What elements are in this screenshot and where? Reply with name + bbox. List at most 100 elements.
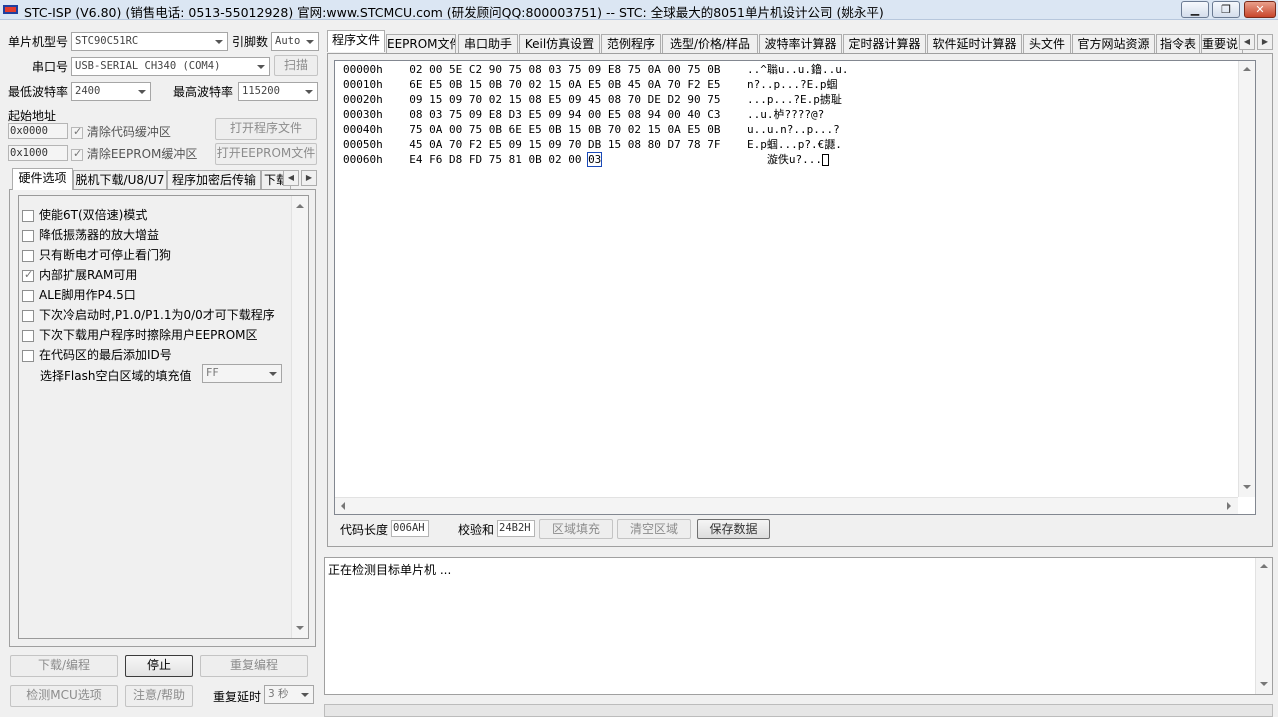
min-baud-select[interactable]: 2400 — [71, 82, 151, 101]
hex-address: 00000h — [343, 63, 383, 76]
scroll-down-icon[interactable] — [296, 626, 304, 630]
program-file-panel: 00000h 02 00 5E C2 90 75 08 03 75 09 E8 … — [327, 53, 1273, 547]
tab-scroll-right-icon[interactable]: ▶ — [1257, 34, 1273, 50]
repeat-delay-select[interactable]: 3 秒 — [264, 685, 314, 704]
code-length-value: 006AH — [391, 520, 429, 537]
max-baud-label: 最高波特率 — [173, 85, 234, 99]
hex-bytes: E4 F6 D8 FD 75 81 0B 02 00 — [409, 153, 582, 166]
checkbox-icon — [22, 249, 34, 262]
mcu-type-select[interactable]: STC90C51RC — [71, 32, 228, 51]
tab-delay-calculator[interactable]: 软件延时计算器 — [927, 34, 1022, 54]
option-erase-eeprom[interactable]: 下次下载用户程序时擦除用户EEPROM区 — [22, 326, 258, 346]
code-length-label: 代码长度 — [340, 523, 389, 537]
tab-selection-price[interactable]: 选型/价格/样品 — [662, 34, 758, 54]
checkbox-icon — [71, 125, 83, 139]
option-cold-start-p1[interactable]: 下次冷启动时,P1.0/P1.1为0/0才可下载程序 — [22, 306, 275, 326]
mcu-type-label: 单片机型号 — [8, 35, 69, 49]
fill-area-button[interactable]: 区域填充 — [539, 519, 613, 539]
scroll-up-icon[interactable] — [1260, 564, 1268, 568]
option-6t-mode[interactable]: 使能6T(双倍速)模式 — [22, 206, 147, 226]
title-bar: STC-ISP (V6.80) (销售电话: 0513-55012928) 官网… — [0, 0, 1278, 20]
stop-button[interactable]: 停止 — [125, 655, 193, 677]
option-label: 在代码区的最后添加ID号 — [39, 348, 172, 362]
log-scrollbar[interactable] — [1255, 558, 1272, 694]
tab-header-files[interactable]: 头文件 — [1023, 34, 1071, 54]
close-icon[interactable]: ✕ — [1244, 1, 1276, 18]
tab-serial-assistant[interactable]: 串口助手 — [458, 34, 518, 54]
clear-code-label: 清除代码缓冲区 — [86, 125, 171, 139]
scroll-down-icon[interactable] — [1243, 485, 1251, 489]
tab-program-file[interactable]: 程序文件 — [327, 30, 385, 52]
port-select[interactable]: USB-SERIAL CH340 (COM4) — [71, 57, 270, 76]
tab-timer-calculator[interactable]: 定时器计算器 — [843, 34, 926, 54]
tab-important-notes[interactable]: 重要说明 — [1201, 34, 1243, 54]
scroll-up-icon[interactable] — [1243, 67, 1251, 71]
clear-area-button[interactable]: 清空区域 — [617, 519, 691, 539]
tab-eeprom-file[interactable]: EEPROM文件 — [386, 34, 456, 54]
tab-offline-download[interactable]: 脱机下载/U8/U7 — [73, 170, 167, 190]
checksum-value: 24B2H — [497, 520, 535, 537]
tab-baud-calculator[interactable]: 波特率计算器 — [759, 34, 842, 54]
code-address-input[interactable]: 0x0000 — [8, 123, 68, 139]
tab-hardware-options[interactable]: 硬件选项 — [12, 168, 73, 190]
detect-mcu-button[interactable]: 检测MCU选项 — [10, 685, 118, 707]
fill-value-label: 选择Flash空白区域的填充值 — [40, 369, 192, 383]
tab-instruction-table[interactable]: 指令表 — [1156, 34, 1200, 54]
tab-scroll-right-icon[interactable]: ▶ — [301, 170, 317, 186]
hex-ascii: E.p蝈...p?.€讔. — [747, 138, 842, 151]
tab-keil-settings[interactable]: Keil仿真设置 — [519, 34, 600, 54]
tab-encrypted-transfer[interactable]: 程序加密后传输 — [167, 170, 261, 190]
hex-row: 00040h 75 0A 00 75 0B 6E E5 0B 15 0B 70 … — [343, 122, 849, 137]
max-baud-select[interactable]: 115200 — [238, 82, 318, 101]
left-tab-strip: 硬件选项 脱机下载/U8/U7 程序加密后传输 下载 ◀ ▶ — [9, 168, 318, 190]
tab-scroll-left-icon[interactable]: ◀ — [283, 170, 299, 186]
log-output[interactable]: 正在检测目标单片机 ... — [324, 557, 1273, 695]
option-reduce-gain[interactable]: 降低振荡器的放大增益 — [22, 226, 159, 246]
reprogram-button[interactable]: 重复编程 — [200, 655, 308, 677]
open-program-file-button[interactable]: 打开程序文件 — [215, 118, 317, 140]
hex-row: 00010h 6E E5 0B 15 0B 70 02 15 0A E5 0B … — [343, 77, 849, 92]
help-button[interactable]: 注意/帮助 — [125, 685, 193, 707]
option-ale-pin[interactable]: ALE脚用作P4.5口 — [22, 286, 136, 306]
hex-bytes: 09 15 09 70 02 15 08 E5 09 45 08 70 DE D… — [409, 93, 721, 106]
clear-eeprom-checkbox[interactable]: 清除EEPROM缓冲区 — [71, 145, 197, 162]
save-data-button[interactable]: 保存数据 — [697, 519, 770, 539]
download-program-button[interactable]: 下载/编程 — [10, 655, 118, 677]
option-add-id[interactable]: 在代码区的最后添加ID号 — [22, 346, 172, 366]
fill-value: FF — [206, 367, 219, 379]
repeat-delay-value: 3 秒 — [268, 688, 289, 700]
hex-vertical-scrollbar[interactable] — [1238, 61, 1255, 497]
hex-editor[interactable]: 00000h 02 00 5E C2 90 75 08 03 75 09 E8 … — [334, 60, 1256, 515]
option-label: 使能6T(双倍速)模式 — [39, 208, 148, 222]
options-scrollbar[interactable] — [291, 196, 308, 638]
clear-code-checkbox[interactable]: 清除代码缓冲区 — [71, 123, 171, 140]
restore-icon[interactable]: ❐ — [1212, 1, 1240, 18]
hex-ascii: 漩佚u?... — [766, 153, 823, 166]
hex-selected-byte[interactable]: 03 — [587, 152, 603, 167]
tab-example-programs[interactable]: 范例程序 — [601, 34, 661, 54]
option-internal-ram[interactable]: 内部扩展RAM可用 — [22, 266, 137, 286]
scroll-right-icon[interactable] — [1227, 502, 1231, 510]
tab-official-resources[interactable]: 官方网站资源 — [1072, 34, 1155, 54]
scan-button[interactable]: 扫描 — [274, 55, 318, 76]
option-label: 下次下载用户程序时擦除用户EEPROM区 — [39, 328, 258, 342]
fill-value-select[interactable]: FF — [202, 364, 282, 383]
scroll-left-icon[interactable] — [341, 502, 345, 510]
chevron-down-icon — [306, 40, 314, 44]
minimize-icon[interactable]: ▁ — [1181, 1, 1209, 18]
scroll-down-icon[interactable] — [1260, 682, 1268, 686]
checkbox-icon — [71, 147, 83, 161]
open-eeprom-file-button[interactable]: 打开EEPROM文件 — [215, 143, 317, 165]
pins-select[interactable]: Auto — [271, 32, 319, 51]
log-text: 正在检测目标单片机 ... — [328, 563, 452, 577]
checkbox-icon — [22, 349, 34, 362]
hex-horizontal-scrollbar[interactable] — [335, 497, 1238, 514]
option-label: 下次冷启动时,P1.0/P1.1为0/0才可下载程序 — [39, 308, 275, 322]
scroll-up-icon[interactable] — [296, 204, 304, 208]
eeprom-address-input[interactable]: 0x1000 — [8, 145, 68, 161]
hex-ascii: n?..p...?E.p蝈 — [747, 78, 838, 91]
option-watchdog[interactable]: 只有断电才可停止看门狗 — [22, 246, 171, 266]
text-cursor — [822, 154, 830, 166]
app-icon — [3, 5, 18, 14]
tab-scroll-left-icon[interactable]: ◀ — [1239, 34, 1255, 50]
